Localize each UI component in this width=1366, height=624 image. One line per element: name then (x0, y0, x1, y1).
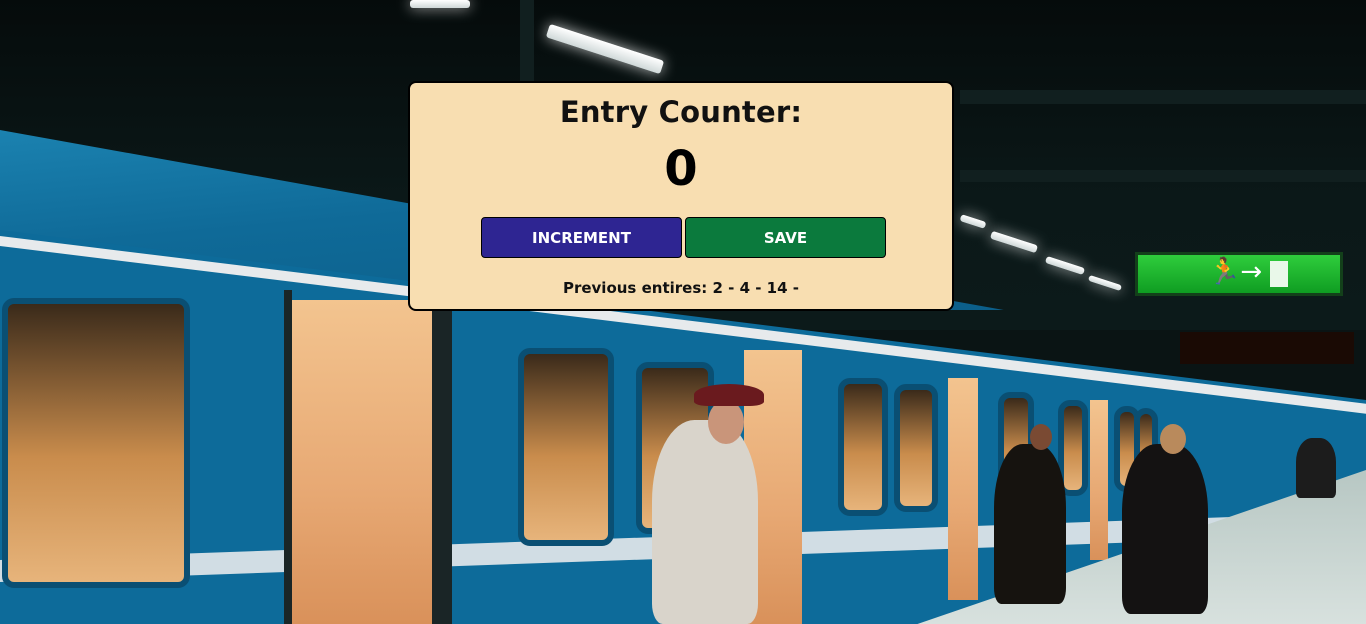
counter-value: 0 (664, 141, 698, 197)
person-distant (1296, 438, 1336, 498)
person-head (1030, 424, 1052, 450)
train-window (838, 378, 888, 516)
open-train-door (292, 300, 434, 624)
exit-door-icon (1270, 261, 1288, 287)
door-frame (284, 290, 292, 624)
person-head (708, 400, 744, 444)
person-head (1160, 424, 1186, 454)
save-button[interactable]: SAVE (685, 217, 886, 258)
ceiling-beam (960, 90, 1366, 104)
person-walking (1122, 444, 1208, 614)
entry-counter-card: Entry Counter: 0 INCREMENT SAVE Previous… (408, 81, 954, 311)
person-walking (994, 444, 1066, 604)
door-frame (432, 310, 452, 624)
open-train-door (948, 378, 978, 600)
train-window (2, 298, 190, 588)
departure-led-board (1180, 332, 1354, 364)
exit-sign: 🏃→ (1135, 252, 1343, 296)
open-train-door (1090, 400, 1108, 560)
counter-title: Entry Counter: (559, 95, 803, 129)
ceiling-beam (960, 170, 1366, 182)
person-in-coat (652, 420, 758, 624)
train-window (894, 384, 938, 512)
previous-entries: Previous entires: 2 - 4 - 14 - (562, 279, 800, 297)
train-window (518, 348, 614, 546)
ceiling-light (410, 0, 470, 8)
hat (694, 384, 764, 406)
increment-button[interactable]: INCREMENT (481, 217, 682, 258)
running-man-exit-icon: 🏃→ (1208, 257, 1263, 287)
